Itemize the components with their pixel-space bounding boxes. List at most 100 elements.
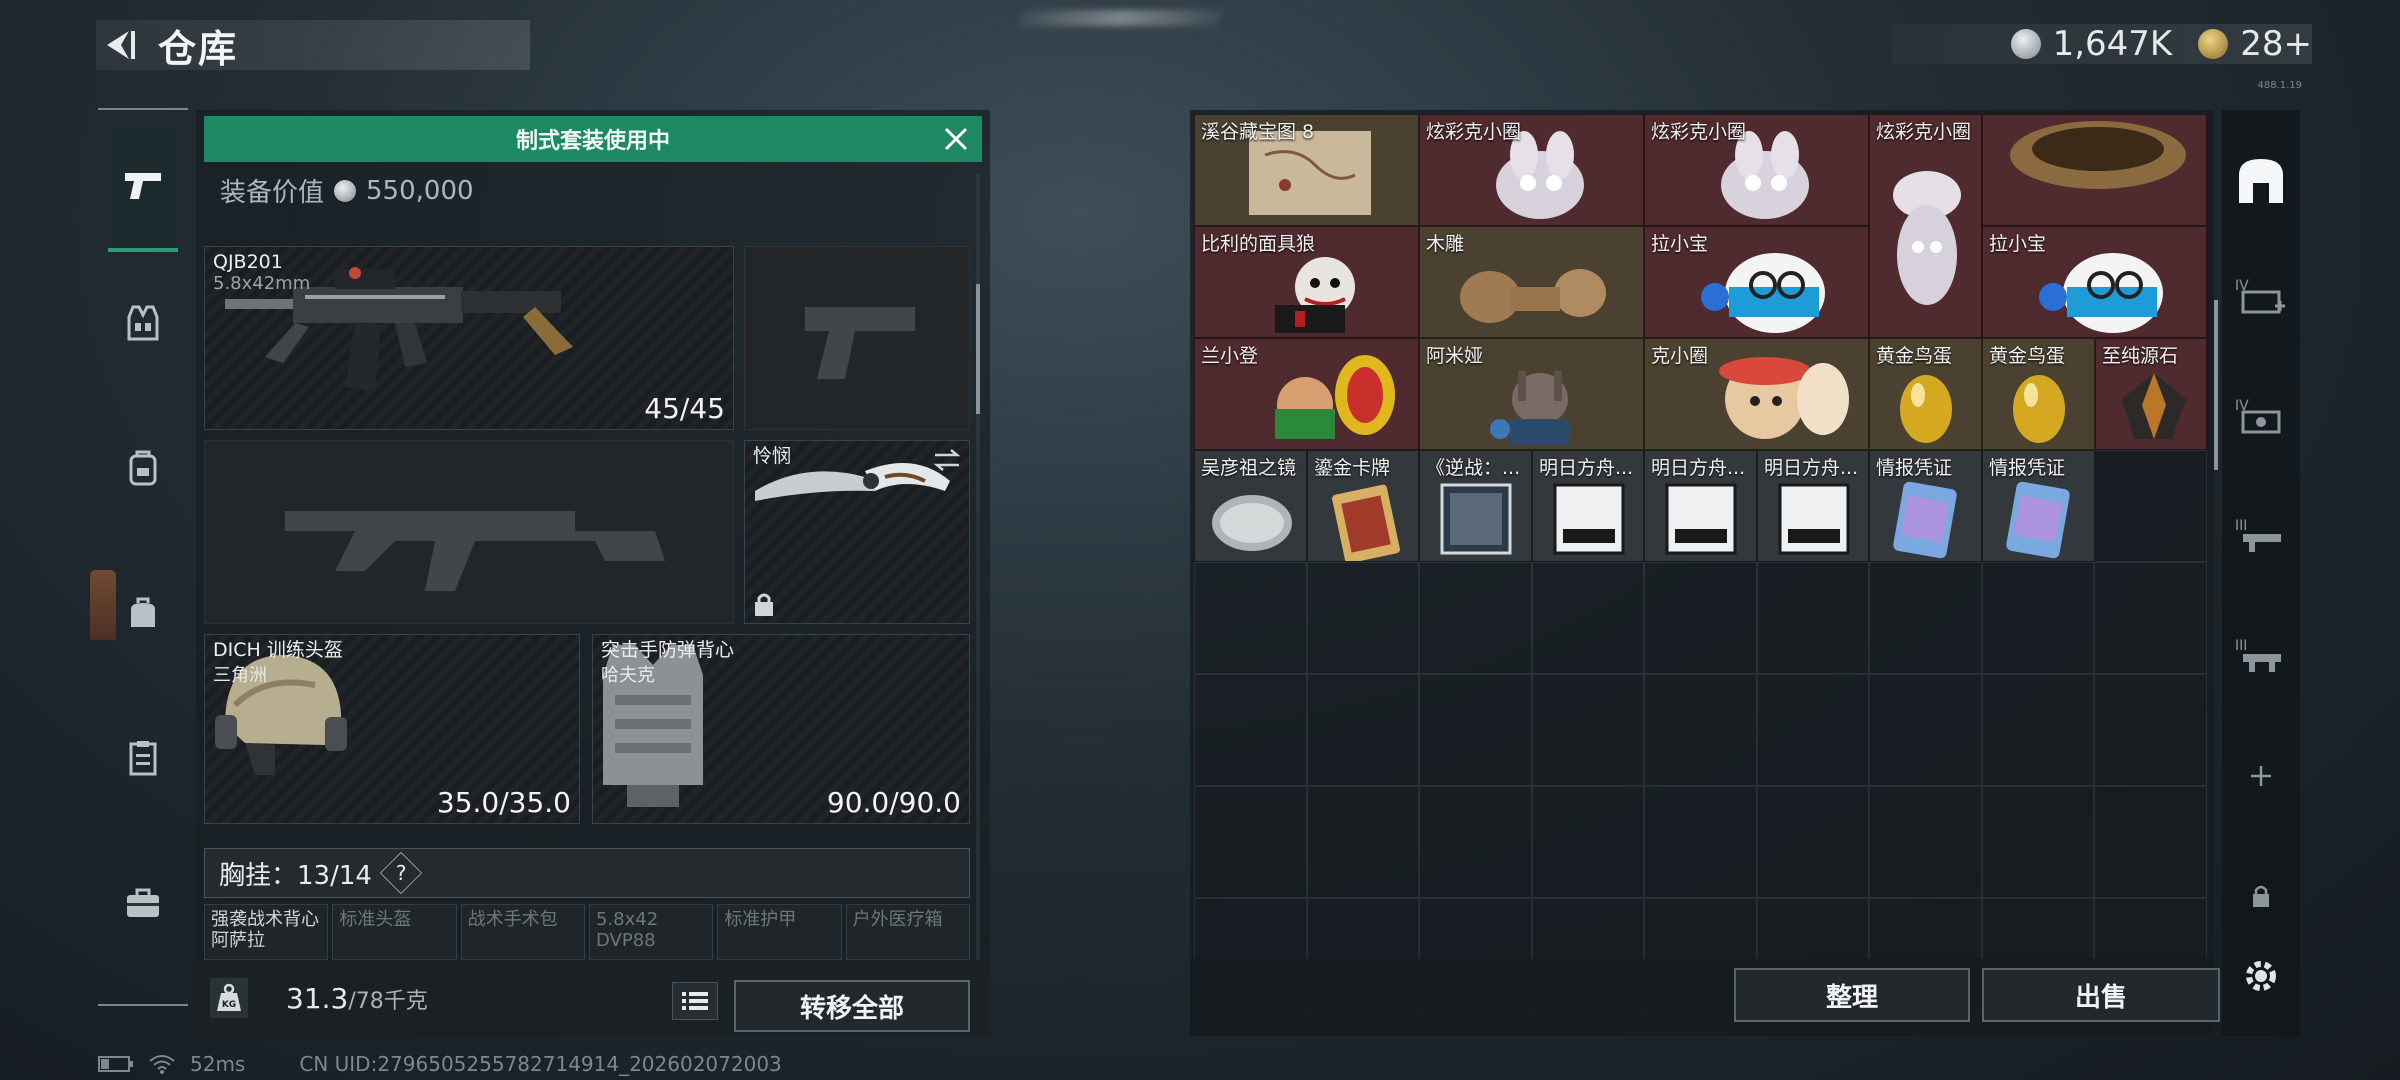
storage-item[interactable]: 炫彩克小圈: [1869, 114, 1982, 338]
storage-item[interactable]: 克小圈: [1644, 338, 1869, 450]
sidearm-slot[interactable]: [744, 246, 970, 430]
help-icon[interactable]: ?: [379, 851, 423, 895]
storage-item[interactable]: 木雕: [1419, 226, 1644, 338]
grid-cell[interactable]: [1194, 786, 1307, 898]
version-label: 488.1.19: [2257, 80, 2302, 91]
svg-text:KG: KG: [222, 1000, 236, 1010]
chest-item[interactable]: 强袭战术背心 阿萨拉: [204, 904, 329, 960]
transfer-all-button[interactable]: 转移全部: [734, 980, 970, 1032]
storage-item[interactable]: [1982, 114, 2207, 226]
grid-cell[interactable]: [1194, 562, 1307, 674]
tab-main-stash[interactable]: [2231, 150, 2291, 210]
grid-cell[interactable]: [1419, 674, 1532, 786]
grid-cell[interactable]: [1756, 674, 1869, 786]
tab-case-iv-a[interactable]: IV: [2231, 266, 2291, 326]
add-tab-button[interactable]: [2231, 746, 2291, 806]
rail-bag[interactable]: [108, 578, 178, 648]
storage-item[interactable]: 明日方舟...: [1757, 450, 1869, 562]
rail-weapons[interactable]: [108, 122, 178, 252]
helmet-slot[interactable]: DICH 训练头盔 三角洲 35.0/35.0: [204, 634, 580, 824]
grid-cell[interactable]: [1869, 786, 1982, 898]
storage-item[interactable]: 鎏金卡牌: [1307, 450, 1419, 562]
tab-case-iii-b[interactable]: III: [2231, 626, 2291, 686]
storage-item[interactable]: 明日方舟...: [1644, 450, 1757, 562]
storage-item[interactable]: 黄金鸟蛋: [1869, 338, 1982, 450]
chest-item[interactable]: 户外医疗箱: [845, 904, 970, 960]
grid-cell[interactable]: [1644, 674, 1757, 786]
equipment-scrollbar[interactable]: [976, 174, 980, 964]
list-view-button[interactable]: [672, 982, 718, 1020]
storage-item[interactable]: 炫彩克小圈: [1419, 114, 1644, 226]
weight-icon: KG: [210, 978, 248, 1018]
grid-cell[interactable]: [1756, 786, 1869, 898]
equipment-value-label: 装备价值: [220, 178, 325, 208]
storage-item[interactable]: 阿米娅: [1419, 338, 1644, 450]
swap-icon[interactable]: [933, 449, 961, 471]
tab-case-iii-a[interactable]: III: [2231, 506, 2291, 566]
grid-cell[interactable]: [1531, 786, 1644, 898]
gold-amount[interactable]: 28+: [2240, 24, 2312, 64]
grid-cell[interactable]: [1419, 786, 1532, 898]
storage-panel: 溪谷藏宝图 8 炫彩克小圈 炫彩克小圈 炫彩克小圈 比利的面具狼 木雕 拉小宝 …: [1190, 110, 2214, 1036]
grid-cell[interactable]: [1306, 674, 1419, 786]
storage-item[interactable]: 比利的面具狼: [1194, 226, 1419, 338]
grid-cell[interactable]: [1306, 562, 1419, 674]
chest-rig-bar: 胸挂：13/14 ?: [204, 848, 970, 898]
grid-cell[interactable]: [1869, 562, 1982, 674]
storage-item[interactable]: 黄金鸟蛋: [1982, 338, 2095, 450]
currency-bar: 1,647K 28+: [1892, 24, 2312, 64]
grid-cell[interactable]: [1869, 674, 1982, 786]
storage-item[interactable]: 《逆战：...: [1419, 450, 1532, 562]
sort-button[interactable]: 整理: [1734, 968, 1970, 1022]
grid-cell[interactable]: [2094, 786, 2207, 898]
carry-weight-max: /78千克: [348, 989, 428, 1014]
grid-cell[interactable]: [1194, 674, 1307, 786]
melee-slot[interactable]: 怜悯: [744, 440, 970, 624]
grid-cell[interactable]: [1981, 562, 2094, 674]
grid-cell[interactable]: [2094, 562, 2207, 674]
grid-cell[interactable]: [1981, 674, 2094, 786]
chest-rig-label: 胸挂：13/14: [219, 860, 372, 891]
storage-item[interactable]: 吴彦祖之镜: [1194, 450, 1307, 562]
grid-cell[interactable]: [2094, 450, 2207, 562]
secondary-weapon-slot[interactable]: [204, 440, 734, 624]
armor-slot[interactable]: 突击手防弹背心 哈夫克 90.0/90.0: [592, 634, 970, 824]
rail-clipboard[interactable]: [108, 723, 178, 793]
storage-item[interactable]: 情报凭证: [1869, 450, 1982, 562]
storage-item[interactable]: 炫彩克小圈: [1644, 114, 1869, 226]
grid-cell[interactable]: [1306, 786, 1419, 898]
rail-vest[interactable]: [108, 288, 178, 358]
close-icon[interactable]: [942, 125, 970, 153]
primary-weapon-slot[interactable]: QJB201 5.8x42mm 45/45: [204, 246, 734, 430]
background-light: [1017, 10, 1223, 26]
grid-cell[interactable]: [1531, 674, 1644, 786]
grid-cell[interactable]: [2094, 674, 2207, 786]
storage-item[interactable]: 兰小登: [1194, 338, 1419, 450]
storage-scrollbar[interactable]: [2214, 300, 2218, 470]
equipment-panel: 制式套装使用中 装备价值 550,000 QJB201 5.8x42mm 45/…: [196, 110, 990, 1036]
storage-item[interactable]: 情报凭证: [1982, 450, 2095, 562]
sell-button[interactable]: 出售: [1982, 968, 2220, 1022]
grid-cell[interactable]: [1644, 562, 1757, 674]
chest-item[interactable]: 标准护甲: [717, 904, 842, 960]
chest-item[interactable]: 战术手术包: [460, 904, 585, 960]
storage-item[interactable]: 溪谷藏宝图 8: [1194, 114, 1419, 226]
grid-cell[interactable]: [1644, 786, 1757, 898]
tab-case-iv-b[interactable]: IV: [2231, 386, 2291, 446]
settings-button[interactable]: [2231, 946, 2291, 1006]
grid-cell[interactable]: [1756, 562, 1869, 674]
battery-icon: [98, 1056, 133, 1072]
chest-item[interactable]: 5.8x42 DVP88: [588, 904, 714, 960]
rail-backpack[interactable]: [108, 433, 178, 503]
locked-tab[interactable]: [2231, 866, 2291, 926]
rail-toolbox[interactable]: [108, 868, 178, 938]
grid-cell[interactable]: [1531, 562, 1644, 674]
storage-item[interactable]: 拉小宝: [1644, 226, 1869, 338]
storage-item[interactable]: 明日方舟...: [1532, 450, 1644, 562]
grid-cell[interactable]: [1419, 562, 1532, 674]
storage-item[interactable]: 至纯源石: [2095, 338, 2207, 450]
chest-item[interactable]: 标准头盔: [332, 904, 457, 960]
grid-cell[interactable]: [1981, 786, 2094, 898]
back-arrow-icon[interactable]: [96, 22, 142, 68]
storage-item[interactable]: 拉小宝: [1982, 226, 2207, 338]
